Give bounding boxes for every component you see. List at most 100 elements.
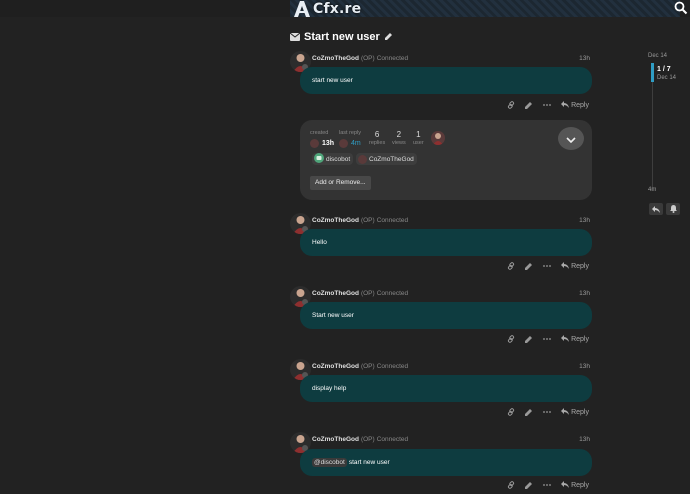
reply-icon — [561, 261, 570, 271]
site-logo[interactable]: Cfx.re — [292, 0, 361, 17]
topic-map: created 13h last reply 4m 6 replies 2 vi… — [300, 120, 592, 200]
reply-icon — [561, 100, 570, 110]
reply-icon — [561, 407, 570, 417]
username[interactable]: CoZmoTheGod — [312, 55, 359, 62]
more-icon[interactable] — [543, 101, 551, 109]
message-text: Start new user — [312, 312, 354, 319]
user-status: Connected — [376, 436, 409, 443]
timeline-start-date[interactable]: Dec 14 — [648, 53, 667, 59]
avatar[interactable] — [431, 131, 445, 145]
post-time[interactable]: 13h — [579, 363, 590, 370]
avatar[interactable] — [310, 139, 319, 148]
username[interactable]: CoZmoTheGod — [312, 436, 359, 443]
more-icon[interactable] — [543, 408, 551, 416]
edit-icon[interactable] — [525, 408, 533, 416]
post-meta: CoZmoTheGod (OP) Connected 13h — [312, 55, 590, 65]
reply-icon — [652, 200, 660, 218]
post-time[interactable]: 13h — [579, 290, 590, 297]
message-text: display help — [312, 385, 347, 392]
reply-button[interactable]: Reply — [561, 334, 589, 344]
link-icon[interactable] — [507, 481, 515, 489]
post-meta: CoZmoTheGod (OP) Connected 13h — [312, 217, 590, 227]
timeline-position: 1 / 7 — [657, 66, 671, 73]
post: CoZmoTheGod (OP) Connected 13h @discobot st… — [290, 432, 595, 494]
participant-chip[interactable]: discobot — [312, 153, 354, 165]
page-title: Start new user — [304, 31, 380, 43]
link-icon[interactable] — [507, 101, 515, 109]
participant-name: discobot — [326, 155, 351, 163]
avatar — [358, 154, 367, 164]
reply-button[interactable]: Reply — [561, 261, 589, 271]
link-icon[interactable] — [507, 335, 515, 343]
timeline-end-date[interactable]: 4m — [648, 187, 656, 193]
edit-title-icon[interactable] — [384, 28, 393, 46]
post-time[interactable]: 13h — [579, 436, 590, 443]
bell-icon — [669, 200, 677, 218]
post-actions: Reply — [507, 407, 589, 417]
reply-button[interactable]: Reply — [561, 480, 589, 490]
created-label: created — [310, 130, 329, 136]
edit-icon[interactable] — [525, 262, 533, 270]
reply-label: Reply — [571, 481, 589, 489]
post-actions: Reply — [507, 334, 589, 344]
message-text: start new user — [348, 459, 390, 466]
user-status: Connected — [376, 363, 409, 370]
message-text: start new user — [312, 77, 353, 84]
username[interactable]: CoZmoTheGod — [312, 363, 359, 370]
last-reply-value[interactable]: 4m — [351, 140, 361, 147]
edit-icon[interactable] — [525, 101, 533, 109]
user-status: Connected — [376, 290, 409, 297]
message-bubble: Hello — [300, 229, 592, 256]
message-bubble: @discobot start new user — [300, 449, 592, 476]
more-icon[interactable] — [543, 335, 551, 343]
timeline-track[interactable] — [652, 63, 653, 191]
username[interactable]: CoZmoTheGod — [312, 290, 359, 297]
link-icon[interactable] — [507, 408, 515, 416]
logo-text: Cfx.re — [313, 0, 362, 17]
username[interactable]: CoZmoTheGod — [312, 217, 359, 224]
expand-button[interactable] — [558, 127, 584, 150]
timeline-reply-button[interactable] — [649, 203, 663, 215]
reply-button[interactable]: Reply — [561, 407, 589, 417]
timeline-handle[interactable] — [651, 63, 654, 82]
search-icon[interactable] — [674, 1, 688, 15]
message-bubble: Start new user — [300, 302, 592, 329]
discobot-avatar — [314, 153, 324, 165]
post: CoZmoTheGod (OP) Connected 13h start new u… — [290, 51, 595, 113]
last-reply-info: last reply 4m — [339, 130, 361, 148]
op-label: (OP) — [360, 436, 375, 443]
avatar[interactable] — [339, 139, 348, 148]
add-remove-button[interactable]: Add or Remove... — [310, 176, 371, 190]
reply-label: Reply — [571, 262, 589, 270]
post-meta: CoZmoTheGod (OP) Connected 13h — [312, 290, 590, 300]
reply-label: Reply — [571, 408, 589, 416]
post-meta: CoZmoTheGod (OP) Connected 13h — [312, 436, 590, 446]
mention-link[interactable]: @discobot — [312, 458, 347, 467]
envelope-icon — [289, 28, 301, 46]
post-actions: Reply — [507, 100, 589, 110]
replies-label: replies — [369, 140, 386, 146]
op-label: (OP) — [360, 55, 375, 62]
post-time[interactable]: 13h — [579, 217, 590, 224]
op-label: (OP) — [360, 363, 375, 370]
replies-number: 6 — [374, 130, 380, 139]
post-meta: CoZmoTheGod (OP) Connected 13h — [312, 363, 590, 373]
topic-title: Start new user — [289, 28, 393, 46]
more-icon[interactable] — [543, 262, 551, 270]
edit-icon[interactable] — [525, 481, 533, 489]
created-value: 13h — [322, 140, 335, 147]
reply-button[interactable]: Reply — [561, 100, 589, 110]
user-status: Connected — [376, 217, 409, 224]
notification-button[interactable] — [666, 203, 680, 215]
participant-chip[interactable]: CoZmoTheGod — [356, 153, 417, 165]
link-icon[interactable] — [507, 262, 515, 270]
more-icon[interactable] — [543, 481, 551, 489]
users-count: 1 user — [413, 130, 424, 146]
op-label: (OP) — [360, 290, 375, 297]
reply-label: Reply — [571, 335, 589, 343]
edit-icon[interactable] — [525, 335, 533, 343]
message-bubble: display help — [300, 375, 592, 402]
last-reply-label: last reply — [339, 130, 362, 136]
post-time[interactable]: 13h — [579, 55, 590, 62]
created-info: created 13h — [310, 130, 334, 148]
